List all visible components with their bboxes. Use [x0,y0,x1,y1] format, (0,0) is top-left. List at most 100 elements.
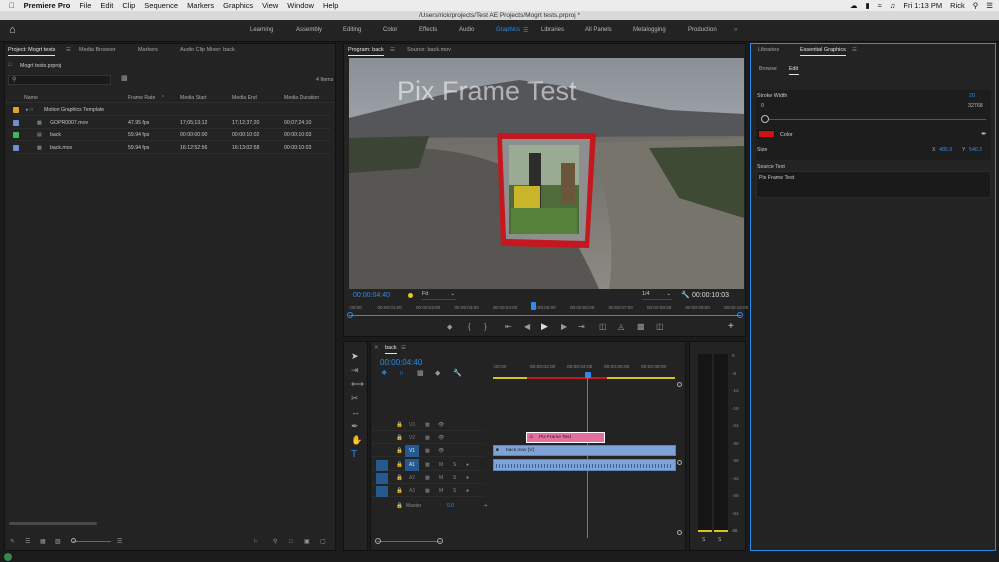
add-marker-icon[interactable]: ◆ [435,370,440,377]
tab-media-browser[interactable]: Media Browser [79,47,116,53]
clock[interactable]: Fri 1:13 PM [903,1,942,10]
workspace-editing[interactable]: Editing [343,27,361,33]
lock-icon[interactable]: 🔒 [396,488,403,494]
menu-sequence[interactable]: Sequence [144,1,178,10]
source-patch[interactable] [376,472,388,484]
sync-lock-icon[interactable]: ▩ [425,475,430,481]
program-timecode[interactable]: 00:00:04:40 [353,292,390,299]
workspace-color[interactable]: Color [383,27,397,33]
add-button-icon[interactable]: + [728,322,734,332]
position-y-value[interactable]: 540.2 [969,147,982,153]
solo-button[interactable]: S [453,462,456,468]
clip-audio[interactable] [493,459,676,471]
tab-eg-menu-icon[interactable]: ☰ [852,47,857,53]
lock-icon[interactable]: 🔒 [396,503,403,509]
tab-project-menu-icon[interactable]: ☰ [66,47,71,53]
sync-lock-icon[interactable]: ▩ [425,488,430,494]
battery-icon[interactable]: ▮ [866,1,870,10]
list-item[interactable]: ▩ GOPR0007.mov 47.95 fps 17;05;13;12 17;12;3… [13,117,331,129]
selection-tool-icon[interactable]: ➤ [351,352,359,361]
workspace-libraries[interactable]: Libraries [541,27,564,33]
track-target-toggle[interactable]: V1 [405,445,419,458]
home-icon[interactable]: ⌂ [9,24,16,36]
close-sequence-icon[interactable]: ✕ [374,345,379,351]
eyedropper-icon[interactable]: ✒ [981,130,987,138]
ripple-edit-tool-icon[interactable]: ⟷ [351,380,364,389]
col-frame-rate[interactable]: Frame Rate [128,95,155,101]
workspace-audio[interactable]: Audio [459,27,474,33]
track-target-toggle[interactable]: A1 [405,458,419,471]
sync-lock-icon[interactable]: ▩ [425,435,430,441]
microphone-icon[interactable]: ● [466,488,469,494]
search-icon[interactable]: ⚲ [973,1,979,10]
label-color-chip[interactable] [13,144,19,151]
app-menu[interactable]: Premiere Pro [24,1,71,10]
icon-view-icon[interactable]: ▦ [40,539,46,545]
tab-audio-clip-mixer[interactable]: Audio Clip Mixer: back [180,47,235,53]
source-text-field[interactable]: Pix Frame Test [756,171,991,198]
program-playhead[interactable] [531,302,536,310]
menu-markers[interactable]: Markers [187,1,214,10]
timeline-scroll-left-handle[interactable] [375,538,381,544]
track-target-toggle[interactable]: A2 [405,472,419,484]
lock-icon[interactable]: 🔒 [396,475,403,481]
lift-icon[interactable]: ◫ [599,323,607,331]
program-time-ruler[interactable]: :00:00 00:00:01:00 00:00:02:00 00:00:03:00 0… [349,303,748,315]
label-color-chip[interactable] [13,107,19,113]
tab-sequence-menu-icon[interactable]: ☰ [401,345,406,351]
label-color-chip[interactable] [13,132,19,138]
stroke-width-value[interactable]: 20 [969,93,975,99]
sort-ascending-icon[interactable]: ⌃ [161,95,165,101]
master-volume-value[interactable]: 0.0 [447,503,454,509]
new-item-icon[interactable]: ▣ [304,539,310,545]
list-item[interactable]: ▩ back.mov 59.94 fps 16:12:52:56 16:13:02:58… [13,142,331,154]
vertical-zoom-handle-bottom[interactable] [677,460,682,465]
mark-in-icon[interactable]: { [468,323,471,331]
horizontal-scrollbar[interactable] [9,522,97,525]
settings-wrench-icon[interactable]: 🔧 [453,370,462,377]
timeline-timecode[interactable]: 00:00:04:40 [380,358,422,367]
workspace-assembly[interactable]: Assembly [296,27,322,33]
label-color-chip[interactable] [13,119,19,126]
pen-tool-icon[interactable]: ✒ [351,422,359,431]
track-target-toggle[interactable]: A3 [405,485,419,497]
wifi-icon[interactable]: ≈ [878,1,882,10]
wrench-icon[interactable]: 🔧 [681,292,690,299]
mute-button[interactable]: M [439,475,443,481]
vertical-scroll-handle[interactable] [677,530,682,535]
eye-icon[interactable]: 👁 [438,435,444,441]
source-patch[interactable] [376,486,388,497]
workspace-effects[interactable]: Effects [419,27,437,33]
go-to-end-icon[interactable]: ⇥ [483,503,487,509]
workspace-metalogging[interactable]: Metalogging [633,27,666,33]
zoom-slider-handle[interactable] [71,538,76,543]
volume-icon[interactable]: ♫ [890,1,896,10]
status-indicator-icon[interactable] [4,553,12,561]
sync-lock-icon[interactable]: ▩ [425,462,430,468]
workspace-overflow-icon[interactable]: » [734,27,737,33]
video-frame[interactable]: Pix Frame Test [349,58,744,289]
menu-view[interactable]: View [262,1,278,10]
find-icon[interactable]: ⚲ [273,539,277,545]
col-media-end[interactable]: Media End [232,95,257,101]
stroke-width-slider[interactable] [764,119,986,120]
tab-markers[interactable]: Markers [138,47,158,53]
freeform-view-icon[interactable]: ▧ [55,539,61,545]
timeline-playhead-head[interactable] [585,372,591,378]
lock-icon[interactable]: 🔒 [396,462,403,468]
export-frame-icon[interactable]: ▩ [637,323,645,331]
timeline-scroll-right-handle[interactable] [437,538,443,544]
color-swatch[interactable] [758,130,775,138]
slip-tool-icon[interactable]: ↔ [351,408,360,417]
workspace-graphics[interactable]: Graphics [496,27,520,33]
tab-source[interactable]: Source: back.mov [407,47,451,53]
clip-video[interactable]: ■ back.mov [V] [493,445,676,456]
trash-icon[interactable]: ▢ [320,539,326,545]
go-to-in-icon[interactable]: ⇤ [505,323,512,331]
linked-selection-icon[interactable]: ▩ [417,370,424,377]
stroke-width-slider-handle[interactable] [761,115,769,123]
mute-button[interactable]: M [439,462,443,468]
list-view-icon[interactable]: ☰ [25,539,30,545]
menu-edit[interactable]: Edit [100,1,113,10]
menu-clip[interactable]: Clip [122,1,135,10]
